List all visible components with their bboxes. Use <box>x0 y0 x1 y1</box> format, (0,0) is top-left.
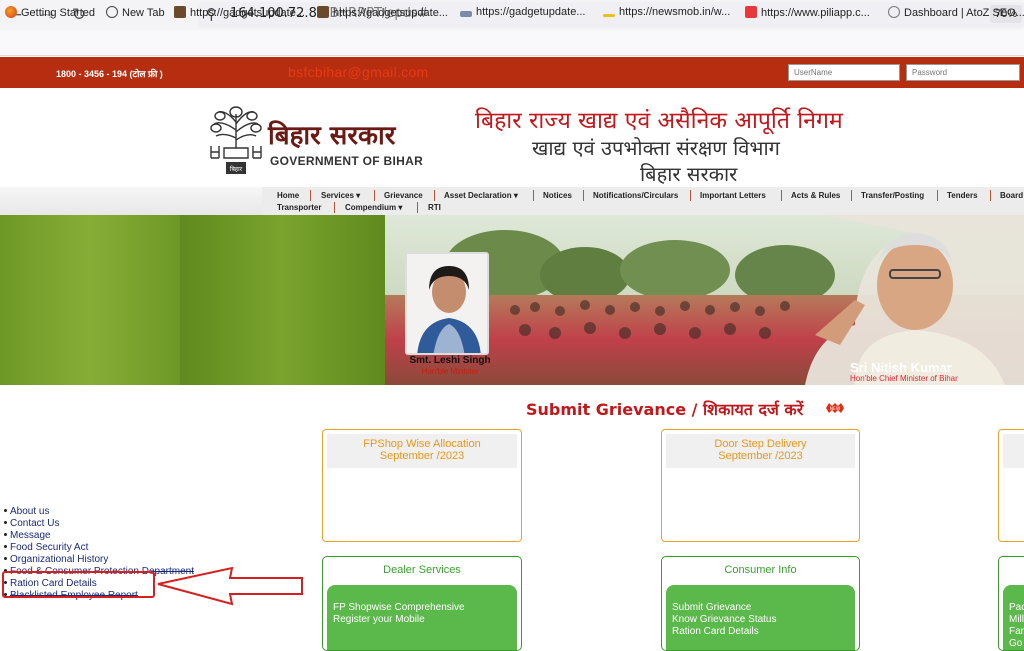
menu-grievance[interactable]: Grievance <box>384 191 423 200</box>
partial-green-card: Pac Mill Far Go <box>998 556 1024 651</box>
govt-name-english: GOVERNMENT OF BIHAR <box>270 154 424 168</box>
menu-transporter[interactable]: Transporter <box>277 203 321 212</box>
bookmark-getting-started[interactable]: Getting Started <box>5 6 95 19</box>
menu-transfer-posting[interactable]: Transfer/Posting <box>861 191 924 200</box>
menu-rti[interactable]: RTI <box>428 203 441 212</box>
dealer-services-list: FP Shopwise Comprehensive Register your … <box>327 585 517 650</box>
new-badge: NEW <box>826 403 844 413</box>
username-input[interactable] <box>788 64 900 81</box>
bookmark-gadgetupdate[interactable]: https://gadgetupdate... <box>460 6 585 18</box>
card-title: FPShop Wise Allocation <box>363 438 481 450</box>
minister-photo <box>405 252 489 355</box>
consumer-info-card: Consumer Info Submit Grievance Know Grie… <box>661 556 860 651</box>
menu-tenders[interactable]: Tenders <box>947 191 978 200</box>
menu-home[interactable]: Home <box>277 191 299 200</box>
menu-notifications-circulars[interactable]: Notifications/Circulars <box>593 191 678 200</box>
consumer-info-list: Submit Grievance Know Grievance Status R… <box>666 585 855 650</box>
submit-grievance-link[interactable]: Submit Grievance / शिकायत दर्ज करें <box>526 398 803 420</box>
partial-link[interactable]: Mill <box>1009 614 1024 625</box>
menu-compendium[interactable]: Compendium ▾ <box>345 203 402 212</box>
link-food-security-act[interactable]: Food Security Act <box>4 542 88 553</box>
password-input[interactable] <box>906 64 1020 81</box>
link-contact-us[interactable]: Contact Us <box>4 518 59 529</box>
menu-asset-declaration[interactable]: Asset Declaration ▾ <box>444 191 518 200</box>
consumer-link-submit-grievance[interactable]: Submit Grievance <box>672 602 751 613</box>
bookmark-piliapp[interactable]: https://www.piliapp.c... <box>745 6 870 19</box>
dropdown-arrow-icon: ▾ <box>398 203 403 212</box>
menu-acts-rules[interactable]: Acts & Rules <box>791 191 840 200</box>
partial-link[interactable]: Pac <box>1009 602 1024 613</box>
minister-portrait-icon <box>407 254 487 353</box>
govt-name-hindi: बिहार सरकार <box>268 121 396 151</box>
card-subtitle: September /2023 <box>379 450 465 462</box>
menu-services[interactable]: Services ▾ <box>321 191 360 200</box>
dashboard-icon <box>888 6 900 18</box>
partial-link[interactable]: Go <box>1009 638 1022 649</box>
door-step-delivery-card[interactable]: Door Step Delivery September /2023 <box>661 429 860 542</box>
highlight-box <box>2 571 155 598</box>
bookmark-dashboard[interactable]: Dashboard | AtoZ SEO... <box>888 6 1024 19</box>
cm-name: Sri Nitish Kumar <box>850 360 952 375</box>
site-icon <box>174 6 186 18</box>
piliapp-icon <box>745 6 757 18</box>
link-about-us[interactable]: About us <box>4 506 49 517</box>
link-organizational-history[interactable]: Organizational History <box>4 554 108 565</box>
site-icon <box>317 6 329 18</box>
bihar-emblem-icon: बिहार <box>210 106 262 174</box>
svg-text:बिहार: बिहार <box>230 165 243 173</box>
dealer-link-fp-shopwise[interactable]: FP Shopwise Comprehensive <box>333 602 465 613</box>
minister-name: Smt. Leshi Singh <box>409 355 491 366</box>
site-icon <box>460 11 472 17</box>
globe-icon <box>106 6 118 18</box>
red-arrow-icon <box>157 566 303 606</box>
menu-board[interactable]: Board <box>1000 191 1023 200</box>
helpline-number: 1800 - 3456 - 194 (टोल फ्री ) <box>56 69 163 79</box>
bookmark-gadgetsupdate-2[interactable]: https://gadgetsupdate... <box>317 6 448 19</box>
dealer-link-register-mobile[interactable]: Register your Mobile <box>333 614 425 625</box>
menu-important-letters[interactable]: Important Letters <box>700 191 766 200</box>
site-icon <box>603 14 615 17</box>
card-header: Door Step Delivery September /2023 <box>666 434 855 468</box>
partial-card-list: Pac Mill Far Go <box>1003 585 1024 650</box>
minister-role: Hon'ble Minister <box>421 367 479 376</box>
card-title: Door Step Delivery <box>714 438 807 450</box>
state-title: बिहार सरकार <box>640 162 738 186</box>
dropdown-arrow-icon: ▾ <box>356 191 361 200</box>
department-title: खाद्य एवं उपभोक्ता संरक्षण विभाग <box>532 136 780 160</box>
firefox-icon <box>5 6 17 18</box>
org-title: बिहार राज्य खाद्य एवं असैनिक आपूर्ति निग… <box>475 108 843 134</box>
contact-email[interactable]: bsfcbihar@gmail.com <box>288 64 429 80</box>
bookmarks-bar <box>0 30 1024 56</box>
bookmark-gadgetsupdate-1[interactable]: https://gadgetsupdate... <box>174 6 305 19</box>
new-badge-text: NEW <box>830 406 841 412</box>
bookmark-new-tab[interactable]: New Tab <box>106 6 165 19</box>
fpshop-allocation-card[interactable]: FPShop Wise Allocation September /2023 <box>322 429 522 542</box>
bookmark-newsmob[interactable]: https://newsmob.in/w... <box>603 6 730 18</box>
card-header: FPShop Wise Allocation September /2023 <box>327 434 517 468</box>
consumer-link-grievance-status[interactable]: Know Grievance Status <box>672 614 777 625</box>
dropdown-arrow-icon: ▾ <box>513 191 518 200</box>
dealer-services-card: Dealer Services FP Shopwise Comprehensiv… <box>322 556 522 651</box>
menu-notices[interactable]: Notices <box>543 191 572 200</box>
link-message[interactable]: Message <box>4 530 51 541</box>
consumer-link-ration-card[interactable]: Ration Card Details <box>672 626 759 637</box>
cm-role: Hon'ble Chief Minister of Bihar <box>850 374 958 383</box>
partial-link[interactable]: Far <box>1009 626 1024 637</box>
partial-card[interactable] <box>998 429 1024 542</box>
consumer-info-title: Consumer Info <box>724 564 797 576</box>
card-header <box>1003 434 1024 468</box>
card-subtitle: September /2023 <box>718 450 803 462</box>
dealer-services-title: Dealer Services <box>383 564 461 576</box>
